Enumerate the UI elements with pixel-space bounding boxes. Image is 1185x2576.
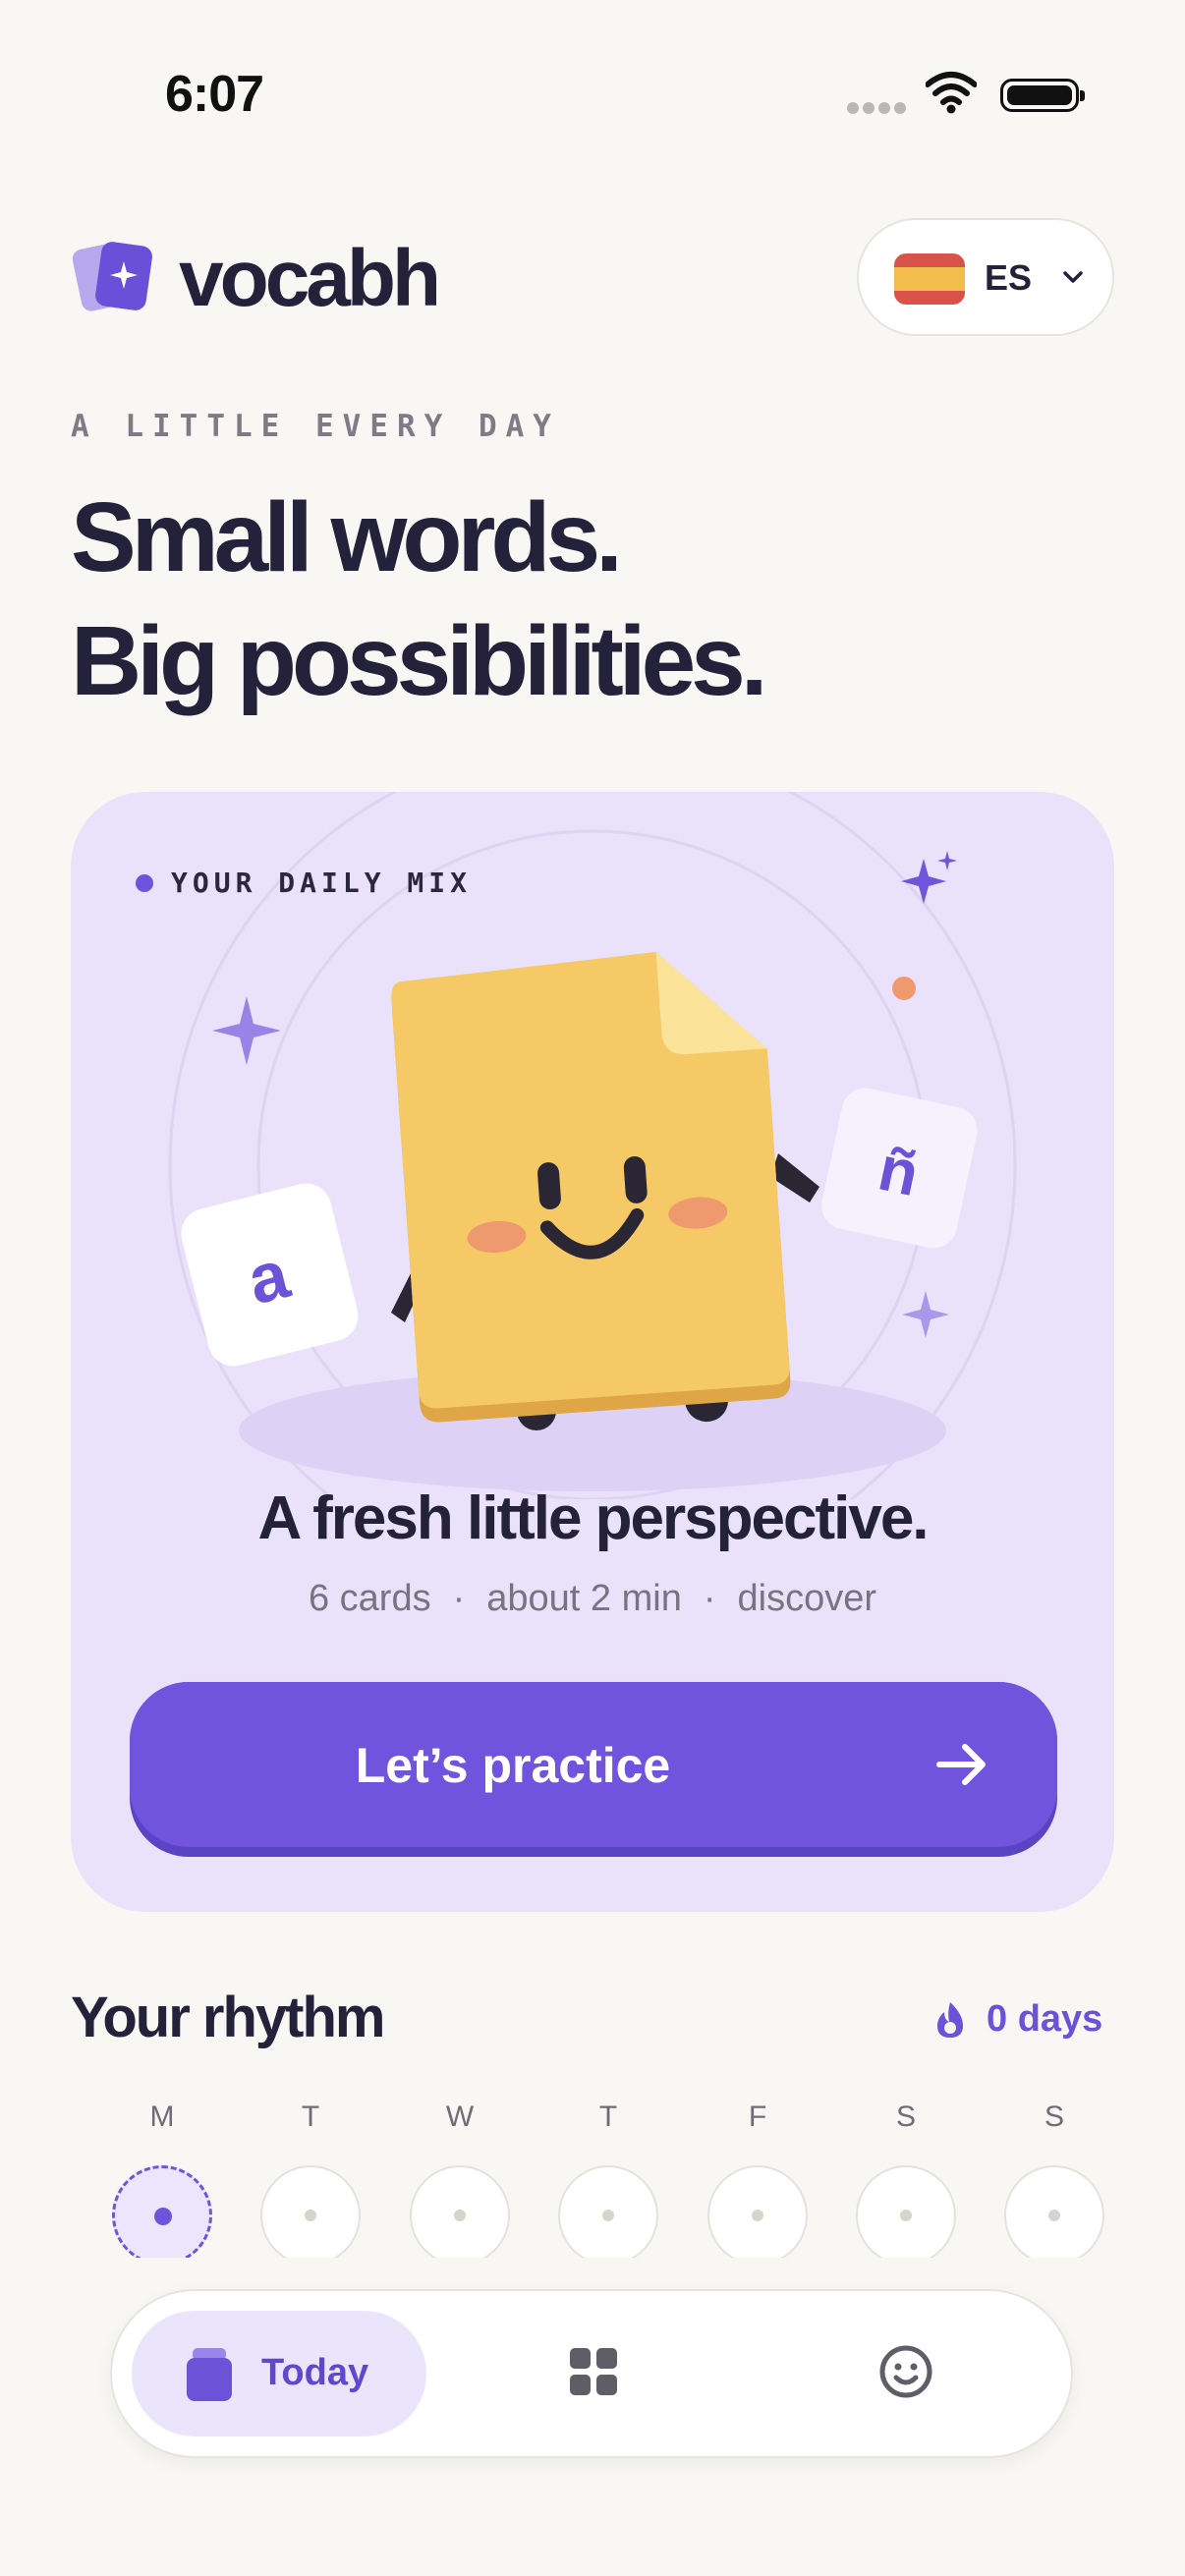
headline-line-1: Small words.	[71, 482, 623, 592]
day-sat[interactable]: S	[854, 2100, 958, 2266]
day-label: F	[748, 2100, 767, 2133]
cellular-signal-icon	[847, 102, 908, 116]
day-circle[interactable]	[856, 2165, 956, 2266]
daily-mix-label: YOUR DAILY MIX	[136, 867, 472, 899]
language-code: ES	[985, 257, 1033, 298]
language-selector[interactable]: ES	[857, 218, 1114, 336]
smiley-icon[interactable]	[878, 2344, 933, 2399]
day-circle[interactable]	[260, 2165, 361, 2266]
day-thu[interactable]: T	[556, 2100, 660, 2266]
practice-button-face[interactable]: Let’s practice	[130, 1682, 1057, 1847]
day-label: S	[1044, 2100, 1064, 2133]
daily-mix-label-text: YOUR DAILY MIX	[171, 867, 473, 899]
scroll-fade	[0, 2258, 1185, 2287]
brand-name: vocabh	[179, 234, 441, 323]
status-time: 6:07	[165, 66, 264, 123]
headline-line-2: Big possibilities.	[71, 606, 768, 716]
daily-mix-meta: 6 cards · about 2 min · discover	[71, 1578, 1114, 1620]
day-fri[interactable]: F	[705, 2100, 810, 2266]
cards-icon	[187, 2348, 232, 2401]
day-circle[interactable]	[707, 2165, 808, 2266]
card-count: 6 cards	[308, 1578, 431, 1619]
day-label: M	[149, 2100, 175, 2133]
day-circle[interactable]	[558, 2165, 658, 2266]
bottom-nav: Today	[110, 2289, 1073, 2458]
daily-mix-card: a ñ YOUR DAILY MIX A fresh little perspe…	[71, 792, 1114, 1912]
page-headline: Small words. Big possibilities.	[71, 476, 768, 723]
day-circle-today[interactable]	[112, 2165, 212, 2266]
streak-counter: 0 days	[933, 1998, 1102, 2041]
meta-separator: ·	[452, 1578, 466, 1619]
day-sun[interactable]: S	[1002, 2100, 1106, 2266]
day-label: T	[598, 2100, 618, 2133]
day-label: T	[301, 2100, 320, 2133]
day-wed[interactable]: W	[408, 2100, 512, 2266]
rhythm-title: Your rhythm	[71, 1986, 385, 2049]
nav-today-tab[interactable]: Today	[132, 2311, 426, 2436]
practice-button-label: Let’s practice	[355, 1738, 671, 1793]
grid-icon[interactable]	[568, 2346, 619, 2397]
eyebrow-text: A LITTLE EVERY DAY	[71, 409, 560, 444]
meta-separator: ·	[703, 1578, 716, 1619]
day-circle[interactable]	[1004, 2165, 1104, 2266]
streak-text: 0 days	[987, 1998, 1103, 2040]
logo-icon	[73, 242, 152, 311]
week-tracker: M T W T F S S	[71, 2100, 1114, 2266]
label-dot	[136, 873, 153, 892]
practice-button[interactable]: Let’s practice	[130, 1682, 1057, 1857]
mode: discover	[737, 1578, 877, 1619]
nav-today-label: Today	[261, 2352, 369, 2393]
day-mon[interactable]: M	[110, 2100, 214, 2266]
wifi-icon	[926, 72, 977, 114]
spain-flag-icon	[894, 253, 965, 305]
day-tue[interactable]: T	[258, 2100, 363, 2266]
flame-icon	[937, 2001, 963, 2038]
arrow-right-icon	[936, 1744, 986, 1785]
day-label: W	[445, 2100, 475, 2133]
duration: about 2 min	[486, 1578, 682, 1619]
daily-mix-title: A fresh little perspective.	[257, 1484, 929, 1552]
chevron-down-icon	[1063, 271, 1083, 283]
battery-icon	[1000, 79, 1085, 112]
day-label: S	[895, 2100, 916, 2133]
day-circle[interactable]	[410, 2165, 510, 2266]
